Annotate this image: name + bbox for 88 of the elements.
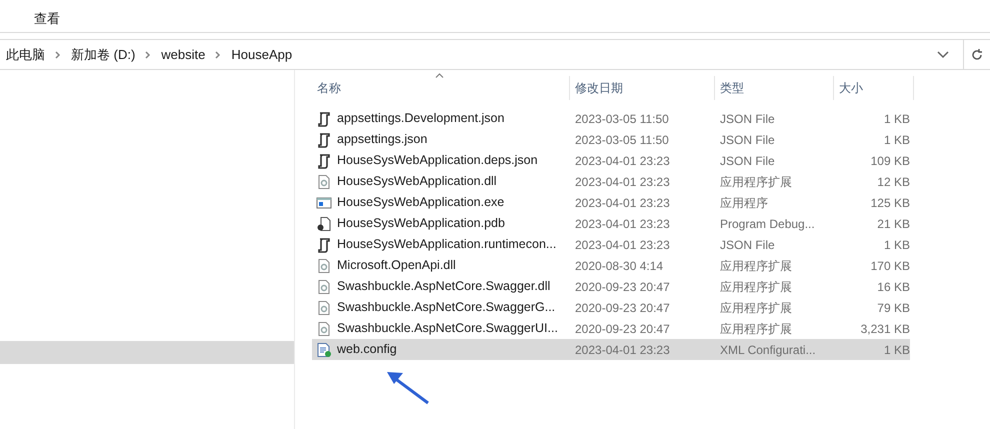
file-size: 3,231 KB [860, 320, 910, 338]
file-type: JSON File [719, 110, 776, 128]
gear-document-icon [316, 258, 332, 274]
modified-date: 2023-04-01 23:23 [574, 236, 671, 254]
modified-date: 2023-03-05 11:50 [574, 110, 670, 128]
modified-date: 2023-03-05 11:50 [574, 132, 670, 148]
gear-document-icon [316, 278, 332, 294]
file-type: Program Debug... [719, 216, 816, 232]
file-row[interactable]: HouseSysWebApplication.exe 2023-04-01 23:23 应用程序 125 KB [312, 192, 910, 213]
file-row[interactable]: appsettings.json 2023-03-05 11:50 JSON File 1 KB [312, 129, 910, 150]
file-size: 21 KB [876, 216, 910, 232]
file-name: Swashbuckle.AspNetCore.Swagger.dll [337, 278, 550, 296]
file-size: 16 KB [876, 278, 910, 296]
window-icon [316, 194, 332, 210]
scroll-icon [316, 236, 332, 252]
file-type: 应用程序扩展 [719, 278, 793, 296]
breadcrumb-item[interactable]: HouseApp [231, 44, 292, 64]
file-row[interactable]: appsettings.Development.json 2023-03-05 11:50 JSON File 1 KB [312, 108, 910, 129]
file-name: appsettings.json [337, 131, 428, 148]
column-header[interactable]: 修改日期 [570, 79, 623, 97]
breadcrumb-item[interactable]: 新加卷 (D:) [71, 44, 136, 64]
modified-date: 2023-04-01 23:23 [574, 174, 671, 190]
modified-date: 2023-04-01 23:23 [574, 342, 671, 358]
file-name: Microsoft.OpenApi.dll [337, 257, 456, 274]
config-file-icon [316, 342, 332, 358]
file-name: HouseSysWebApplication.runtimecon... [337, 236, 556, 254]
file-row[interactable]: Swashbuckle.AspNetCore.Swagger.dll 2020-09-23 20:47 应用程序扩展 16 KB [312, 276, 910, 297]
file-type: JSON File [719, 236, 776, 254]
chevron-right-icon [55, 50, 61, 58]
file-size: 12 KB [876, 174, 910, 190]
file-row[interactable]: Swashbuckle.AspNetCore.SwaggerUI... 2020-09-23 20:47 应用程序扩展 3,231 KB [312, 318, 910, 339]
file-size: 1 KB [882, 132, 910, 148]
document-icon [316, 216, 332, 232]
breadcrumb-item[interactable]: 此电脑 [6, 44, 45, 64]
file-type: 应用程序扩展 [719, 258, 793, 274]
pointer-arrow-drawing [385, 370, 431, 406]
scroll-icon [316, 110, 332, 126]
file-size: 79 KB [876, 300, 910, 316]
file-name: Swashbuckle.AspNetCore.SwaggerG... [337, 299, 556, 316]
modified-date: 2023-04-01 23:23 [574, 152, 671, 170]
file-type: 应用程序扩展 [719, 300, 793, 316]
breadcrumb-item[interactable]: website [161, 44, 206, 64]
chevron-right-icon [145, 50, 152, 58]
file-type: XML Configurati... [719, 342, 817, 358]
file-size: 125 KB [870, 194, 910, 212]
file-name: web.config [337, 341, 397, 358]
file-row[interactable]: web.config 2023-04-01 23:23 XML Configurati... 1 KB [312, 339, 910, 360]
file-type: 应用程序扩展 [719, 320, 793, 338]
file-row[interactable]: Microsoft.OpenApi.dll 2020-08-30 4:14 应用程序扩展 170 KB [312, 255, 910, 276]
gear-document-icon [316, 174, 332, 190]
file-size: 1 KB [882, 236, 910, 254]
file-name: HouseSysWebApplication.exe [337, 194, 504, 212]
column-header[interactable]: 大小 [834, 79, 863, 97]
modified-date: 2020-09-23 20:47 [574, 278, 671, 296]
column-header[interactable]: 类型 [715, 79, 744, 97]
scroll-icon [316, 132, 332, 148]
modified-date: 2023-04-01 23:23 [574, 216, 671, 232]
column-header[interactable]: 名称 [312, 79, 341, 97]
file-size: 1 KB [882, 110, 910, 128]
file-size: 1 KB [882, 342, 910, 358]
chevron-right-icon [215, 50, 222, 58]
gear-document-icon [316, 320, 332, 336]
file-size: 170 KB [870, 258, 910, 274]
ribbon-tab[interactable]: 查看 [34, 10, 60, 28]
file-type: 应用程序 [719, 194, 769, 212]
modified-date: 2020-08-30 4:14 [574, 258, 664, 274]
modified-date: 2020-09-23 20:47 [574, 320, 671, 338]
file-row[interactable]: Swashbuckle.AspNetCore.SwaggerG... 2020-09-23 20:47 应用程序扩展 79 KB [312, 297, 910, 318]
modified-date: 2023-04-01 23:23 [574, 194, 671, 212]
chevron-down-icon[interactable] [937, 50, 949, 58]
scroll-icon [316, 152, 332, 168]
file-name: HouseSysWebApplication.dll [337, 173, 497, 190]
gear-document-icon [316, 300, 332, 316]
file-type: JSON File [719, 132, 776, 148]
file-row[interactable]: HouseSysWebApplication.deps.json 2023-04-01 23:23 JSON File 109 KB [312, 150, 910, 171]
file-row[interactable]: HouseSysWebApplication.pdb 2023-04-01 23:23 Program Debug... 21 KB [312, 213, 910, 234]
file-row[interactable]: HouseSysWebApplication.dll 2023-04-01 23:23 应用程序扩展 12 KB [312, 171, 910, 192]
file-name: Swashbuckle.AspNetCore.SwaggerUI... [337, 320, 558, 338]
address-bar[interactable]: 此电脑 新加卷 (D:) website HouseApp [0, 40, 964, 69]
file-name: HouseSysWebApplication.deps.json [337, 152, 538, 170]
modified-date: 2020-09-23 20:47 [574, 300, 671, 316]
file-type: JSON File [719, 152, 776, 170]
file-type: 应用程序扩展 [719, 174, 793, 190]
file-name: appsettings.Development.json [337, 110, 504, 128]
file-size: 109 KB [870, 152, 910, 170]
refresh-icon[interactable] [970, 48, 984, 62]
file-row[interactable]: HouseSysWebApplication.runtimecon... 2023-04-01 23:23 JSON File 1 KB [312, 234, 910, 255]
file-name: HouseSysWebApplication.pdb [337, 215, 505, 232]
